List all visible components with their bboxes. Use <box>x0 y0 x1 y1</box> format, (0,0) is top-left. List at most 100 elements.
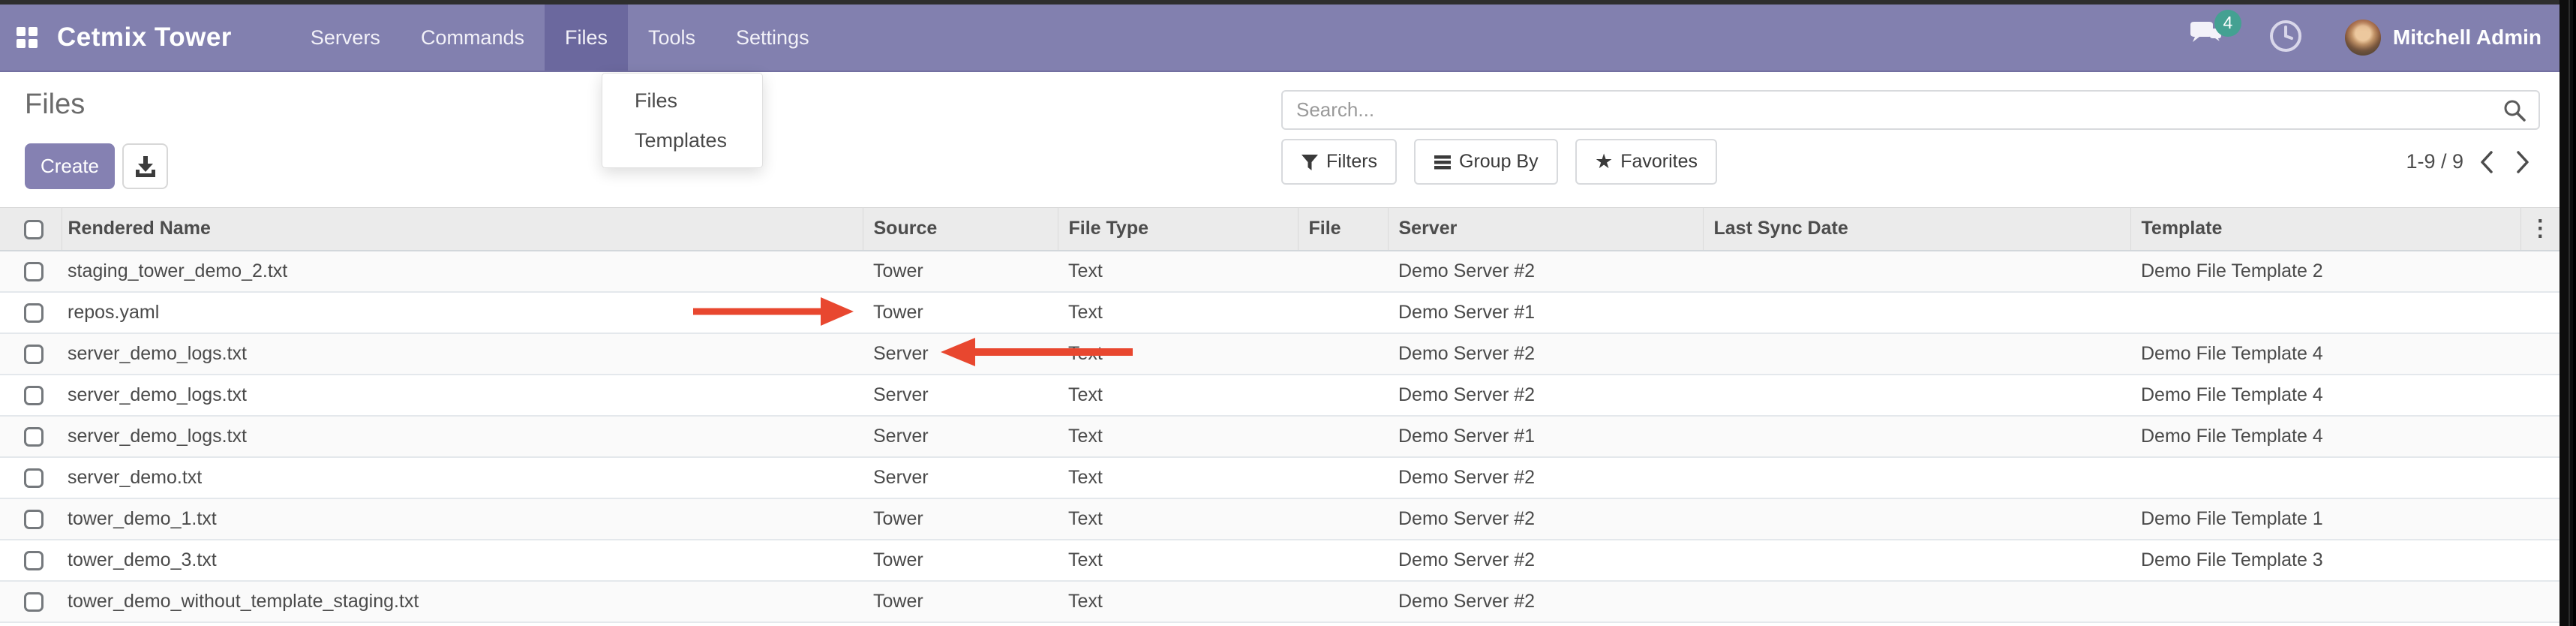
filters-button[interactable]: Filters <box>1281 139 1397 185</box>
cell-source[interactable]: Tower <box>863 581 1058 622</box>
table-row[interactable]: tower_demo_1.txtTowerTextDemo Server #2D… <box>0 498 2559 540</box>
cell-last-sync-date[interactable] <box>1703 416 2130 457</box>
cell-file-type[interactable]: Text <box>1058 416 1298 457</box>
cell-server[interactable]: Demo Server #2 <box>1388 581 1703 622</box>
favorites-button[interactable]: ★ Favorites <box>1575 139 1717 185</box>
cell-last-sync-date[interactable] <box>1703 540 2130 581</box>
download-button[interactable] <box>122 143 168 189</box>
cell-file[interactable] <box>1298 375 1388 416</box>
column-header-rendered-name[interactable]: Rendered Name <box>62 208 863 251</box>
messages-icon[interactable]: 4 <box>2187 20 2222 56</box>
cell-rendered-name[interactable]: server_demo.txt <box>62 457 863 498</box>
row-checkbox[interactable] <box>24 510 44 529</box>
cell-source[interactable]: Tower <box>863 540 1058 581</box>
cell-file-type[interactable]: Text <box>1058 581 1298 622</box>
cell-template[interactable]: Demo File Template 4 <box>2130 375 2520 416</box>
row-checkbox[interactable] <box>24 551 44 570</box>
row-checkbox[interactable] <box>24 592 44 612</box>
activities-clock-icon[interactable] <box>2268 19 2303 57</box>
row-checkbox[interactable] <box>24 345 44 364</box>
cell-file[interactable] <box>1298 540 1388 581</box>
cell-file[interactable] <box>1298 457 1388 498</box>
row-checkbox[interactable] <box>24 468 44 488</box>
table-row[interactable]: staging_tower_demo_2.txtTowerText Demo Se… <box>0 251 2559 292</box>
pager-previous-icon[interactable] <box>2474 144 2499 180</box>
cell-source[interactable]: Server <box>863 333 1058 375</box>
select-all-checkbox[interactable] <box>24 220 44 239</box>
cell-source[interactable]: Server <box>863 416 1058 457</box>
cell-source[interactable]: Server <box>863 457 1058 498</box>
cell-rendered-name[interactable]: server_demo_logs.txt <box>62 416 863 457</box>
cell-file-type[interactable]: Text <box>1058 498 1298 540</box>
table-row[interactable]: repos.yamlTowerTextDemo Server #1 <box>0 292 2559 333</box>
cell-server[interactable]: Demo Server #1 <box>1388 416 1703 457</box>
user-name[interactable]: Mitchell Admin <box>2393 26 2541 50</box>
cell-rendered-name[interactable]: tower_demo_without_template_staging.txt <box>62 581 863 622</box>
cell-last-sync-date[interactable] <box>1703 581 2130 622</box>
menu-item-tools[interactable]: Tools <box>628 5 716 71</box>
column-header-file[interactable]: File <box>1298 208 1388 251</box>
table-row[interactable]: server_demo_logs.txtServerText Demo Serve… <box>0 333 2559 375</box>
cell-rendered-name[interactable]: tower_demo_3.txt <box>62 540 863 581</box>
menu-item-servers[interactable]: Servers <box>290 5 401 71</box>
cell-last-sync-date[interactable] <box>1703 251 2130 292</box>
menu-item-settings[interactable]: Settings <box>716 5 830 71</box>
cell-file-type[interactable]: Text <box>1058 251 1298 292</box>
dropdown-item-templates[interactable]: Templates <box>602 121 762 161</box>
cell-last-sync-date[interactable] <box>1703 292 2130 333</box>
cell-rendered-name[interactable]: repos.yaml <box>62 292 863 333</box>
search-icon[interactable] <box>2502 98 2526 122</box>
cell-last-sync-date[interactable] <box>1703 375 2130 416</box>
column-header-last-sync-date[interactable]: Last Sync Date <box>1703 208 2130 251</box>
cell-last-sync-date[interactable] <box>1703 498 2130 540</box>
cell-file-type[interactable]: Text <box>1058 457 1298 498</box>
cell-file-type[interactable]: Text <box>1058 292 1298 333</box>
menu-item-files[interactable]: Files <box>545 5 628 71</box>
cell-server[interactable]: Demo Server #2 <box>1388 333 1703 375</box>
cell-file[interactable] <box>1298 292 1388 333</box>
row-checkbox[interactable] <box>24 386 44 405</box>
cell-template[interactable] <box>2130 457 2520 498</box>
cell-server[interactable]: Demo Server #2 <box>1388 540 1703 581</box>
cell-source[interactable]: Tower <box>863 498 1058 540</box>
table-row[interactable]: tower_demo_without_template_staging.txtT… <box>0 581 2559 622</box>
cell-file-type[interactable]: Text <box>1058 540 1298 581</box>
cell-rendered-name[interactable]: server_demo_logs.txt <box>62 333 863 375</box>
column-header-file-type[interactable]: File Type <box>1058 208 1298 251</box>
cell-file[interactable] <box>1298 416 1388 457</box>
row-checkbox[interactable] <box>24 262 44 281</box>
cell-last-sync-date[interactable] <box>1703 457 2130 498</box>
cell-server[interactable]: Demo Server #1 <box>1388 292 1703 333</box>
cell-template[interactable]: Demo File Template 2 <box>2130 251 2520 292</box>
row-checkbox[interactable] <box>24 303 44 323</box>
cell-rendered-name[interactable]: server_demo_logs.txt <box>62 375 863 416</box>
brand-title[interactable]: Cetmix Tower <box>57 23 232 53</box>
cell-rendered-name[interactable]: staging_tower_demo_2.txt <box>62 251 863 292</box>
optional-columns-icon[interactable]: ⋮ <box>2529 216 2551 241</box>
column-header-template[interactable]: Template <box>2130 208 2520 251</box>
cell-template[interactable]: Demo File Template 4 <box>2130 333 2520 375</box>
cell-server[interactable]: Demo Server #2 <box>1388 251 1703 292</box>
user-avatar[interactable] <box>2345 20 2381 56</box>
cell-file-type[interactable]: Text <box>1058 375 1298 416</box>
group-by-button[interactable]: Group By <box>1414 139 1558 185</box>
cell-file[interactable] <box>1298 251 1388 292</box>
cell-server[interactable]: Demo Server #2 <box>1388 457 1703 498</box>
pager-next-icon[interactable] <box>2510 144 2535 180</box>
cell-template[interactable] <box>2130 581 2520 622</box>
column-header-source[interactable]: Source <box>863 208 1058 251</box>
cell-server[interactable]: Demo Server #2 <box>1388 498 1703 540</box>
cell-source[interactable]: Tower <box>863 251 1058 292</box>
table-row[interactable]: tower_demo_3.txtTowerText Demo Server #2 D… <box>0 540 2559 581</box>
cell-template[interactable] <box>2130 292 2520 333</box>
menu-item-commands[interactable]: Commands <box>401 5 545 71</box>
dropdown-item-files[interactable]: Files <box>602 81 762 121</box>
apps-grid-icon[interactable] <box>17 27 38 48</box>
cell-rendered-name[interactable]: tower_demo_1.txt <box>62 498 863 540</box>
cell-file[interactable] <box>1298 333 1388 375</box>
cell-last-sync-date[interactable] <box>1703 333 2130 375</box>
search-input[interactable] <box>1283 98 2502 122</box>
cell-file-type[interactable]: Text <box>1058 333 1298 375</box>
cell-template[interactable]: Demo File Template 3 <box>2130 540 2520 581</box>
cell-server[interactable]: Demo Server #2 <box>1388 375 1703 416</box>
